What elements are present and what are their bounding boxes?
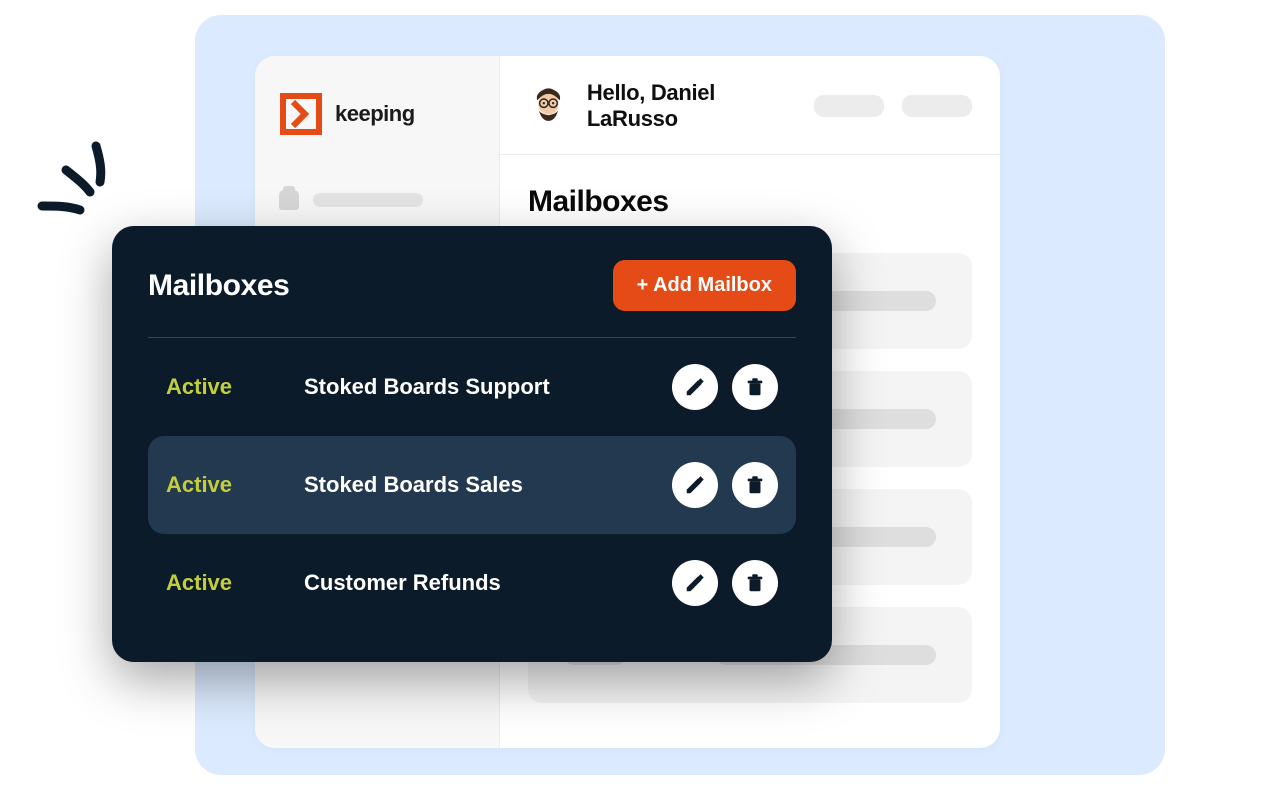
status-badge: Active bbox=[166, 472, 286, 498]
delete-button[interactable] bbox=[732, 560, 778, 606]
mailbox-name: Customer Refunds bbox=[304, 570, 654, 596]
trash-icon bbox=[744, 572, 766, 594]
header-actions bbox=[814, 95, 972, 117]
greeting-text: Hello, Daniel LaRusso bbox=[587, 80, 796, 132]
mailbox-row[interactable]: Active Stoked Boards Sales bbox=[148, 436, 796, 534]
sidebar-item-label-placeholder bbox=[313, 193, 423, 207]
section-title: Mailboxes bbox=[528, 185, 972, 219]
trash-icon bbox=[744, 376, 766, 398]
pencil-icon bbox=[684, 572, 706, 594]
brand-logo: keeping bbox=[279, 92, 475, 136]
home-icon bbox=[279, 190, 299, 210]
sidebar-item[interactable] bbox=[279, 190, 475, 210]
status-badge: Active bbox=[166, 374, 286, 400]
add-mailbox-button[interactable]: + Add Mailbox bbox=[613, 260, 796, 311]
header-action-placeholder[interactable] bbox=[902, 95, 972, 117]
panel-header: Mailboxes + Add Mailbox bbox=[148, 260, 796, 338]
brand-mark-icon bbox=[279, 92, 323, 136]
trash-icon bbox=[744, 474, 766, 496]
spark-decoration bbox=[28, 140, 128, 230]
status-badge: Active bbox=[166, 570, 286, 596]
delete-button[interactable] bbox=[732, 462, 778, 508]
mailbox-name: Stoked Boards Support bbox=[304, 374, 654, 400]
pencil-icon bbox=[684, 474, 706, 496]
delete-button[interactable] bbox=[732, 364, 778, 410]
edit-button[interactable] bbox=[672, 462, 718, 508]
mailbox-name: Stoked Boards Sales bbox=[304, 472, 654, 498]
row-actions bbox=[672, 462, 778, 508]
header-bar: Hello, Daniel LaRusso bbox=[500, 56, 1000, 155]
edit-button[interactable] bbox=[672, 560, 718, 606]
row-actions bbox=[672, 560, 778, 606]
row-actions bbox=[672, 364, 778, 410]
edit-button[interactable] bbox=[672, 364, 718, 410]
avatar[interactable] bbox=[528, 84, 569, 128]
mailboxes-panel: Mailboxes + Add Mailbox Active Stoked Boa… bbox=[112, 226, 832, 662]
pencil-icon bbox=[684, 376, 706, 398]
mailbox-row[interactable]: Active Stoked Boards Support bbox=[148, 338, 796, 436]
panel-title: Mailboxes bbox=[148, 269, 289, 303]
mailbox-row[interactable]: Active Customer Refunds bbox=[148, 534, 796, 632]
header-action-placeholder[interactable] bbox=[814, 95, 884, 117]
brand-name: keeping bbox=[335, 101, 415, 127]
